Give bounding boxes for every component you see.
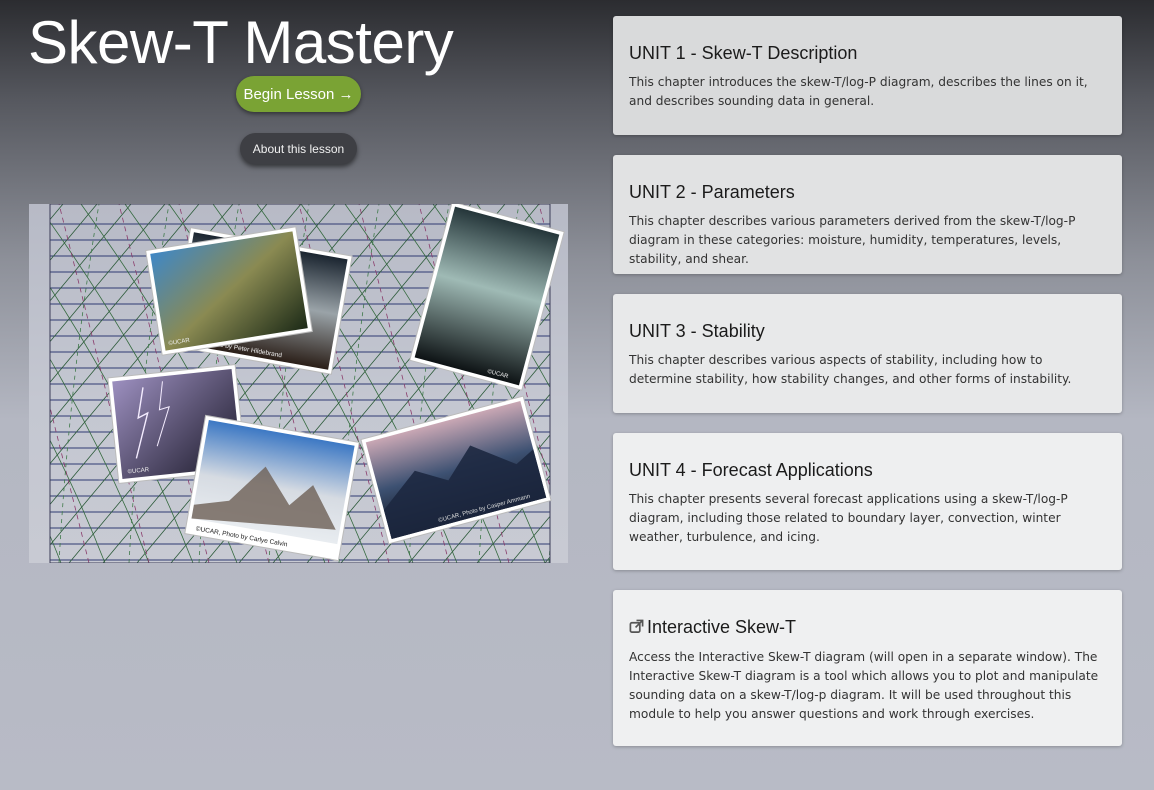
unit-title[interactable]: UNIT 1 - Skew-T Description — [629, 40, 1106, 66]
about-lesson-button[interactable]: About this lesson — [240, 133, 357, 164]
interactive-skew-t-card[interactable]: Interactive Skew-T Access the Interactiv… — [613, 590, 1122, 746]
unit-title[interactable]: UNIT 3 - Stability — [629, 318, 1106, 344]
interactive-title[interactable]: Interactive Skew-T — [647, 617, 796, 637]
interactive-title-row[interactable]: Interactive Skew-T — [629, 614, 1106, 641]
unit-title[interactable]: UNIT 2 - Parameters — [629, 179, 1106, 205]
page-title: Skew-T Mastery — [28, 9, 454, 76]
interactive-description: Access the Interactive Skew-T diagram (w… — [629, 650, 1099, 721]
unit-description: This chapter presents several forecast a… — [629, 492, 1068, 544]
unit-title[interactable]: UNIT 4 - Forecast Applications — [629, 457, 1106, 483]
unit-description: This chapter describes various parameter… — [629, 214, 1076, 266]
external-link-icon — [629, 615, 644, 641]
begin-lesson-button[interactable]: Begin Lesson → — [236, 76, 361, 112]
skew-t-collage-image: ©UCAR, Photo by Peter Hildebrand ©UCAR ©… — [29, 204, 568, 563]
unit-card-2[interactable]: UNIT 2 - Parameters This chapter describ… — [613, 155, 1122, 274]
unit-description: This chapter describes various aspects o… — [629, 353, 1072, 386]
hero-collage: ©UCAR, Photo by Peter Hildebrand ©UCAR ©… — [29, 204, 568, 563]
unit-card-4[interactable]: UNIT 4 - Forecast Applications This chap… — [613, 433, 1122, 570]
unit-card-3[interactable]: UNIT 3 - Stability This chapter describe… — [613, 294, 1122, 413]
unit-description: This chapter introduces the skew-T/log-P… — [629, 75, 1088, 108]
unit-card-1[interactable]: UNIT 1 - Skew-T Description This chapter… — [613, 16, 1122, 135]
